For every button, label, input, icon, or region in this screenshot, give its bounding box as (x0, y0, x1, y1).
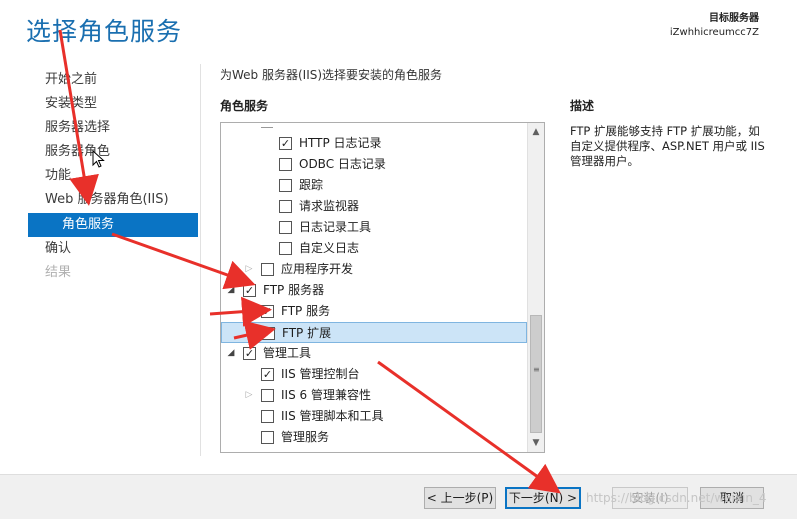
tree-row[interactable]: 日志记录工具 (221, 217, 527, 238)
nav-item-features[interactable]: 功能 (28, 164, 198, 188)
tree-row-label: IIS 管理控制台 (281, 367, 360, 381)
checkbox-unchecked-icon[interactable] (279, 158, 292, 171)
checkbox-checked-icon[interactable]: ✓ (261, 305, 274, 318)
tree-row-label: 跟踪 (299, 178, 324, 192)
tree-row[interactable]: ODBC 日志记录 (221, 154, 527, 175)
tree-row[interactable]: ◢ ✓ 管理工具 (221, 343, 527, 364)
checkbox-unchecked-icon[interactable] (279, 221, 292, 234)
expand-arrow-icon[interactable]: ▷ (243, 259, 255, 280)
tree-row[interactable]: ◢ ✓ FTP 服务器 (221, 280, 527, 301)
nav-item-server-selection[interactable]: 服务器选择 (28, 116, 198, 140)
expand-arrow-icon[interactable]: ▷ (243, 385, 255, 406)
tree-row[interactable]: ▷ IIS 6 管理兼容性 (221, 385, 527, 406)
checkbox-checked-icon[interactable]: ✓ (261, 368, 274, 381)
tree-row-label: 管理工具 (263, 346, 312, 360)
checkbox-unchecked-icon[interactable] (261, 389, 274, 402)
grip-icon: ≡ (533, 365, 540, 374)
tree-row-label: IIS 6 管理兼容性 (281, 388, 371, 402)
tree-row-label: 请求监视器 (299, 199, 360, 213)
checkbox-unchecked-icon[interactable] (279, 179, 292, 192)
tree-row[interactable]: ✓ IIS 管理控制台 (221, 364, 527, 385)
tree-row-label: 日志记录工具 (299, 220, 372, 234)
intro-text: 为Web 服务器(IIS)选择要安装的角色服务 (220, 68, 443, 82)
checkbox-unchecked-icon[interactable] (279, 200, 292, 213)
scroll-down-icon[interactable]: ▼ (529, 435, 543, 451)
tree-row[interactable]: ▷ 应用程序开发 (221, 259, 527, 280)
roles-heading: 角色服务 (220, 99, 269, 113)
tree-row-label: 管理服务 (281, 430, 330, 444)
tree-row-label: FTP 服务器 (263, 283, 325, 297)
tree-row[interactable]: ✓ FTP 服务 (221, 301, 527, 322)
nav-item-results: 结果 (45, 265, 72, 280)
destination-server-name: iZwhhicreumcc7Z (669, 27, 759, 38)
nav-item-confirmation[interactable]: 确认 (28, 237, 198, 261)
previous-button[interactable]: < 上一步(P) (424, 487, 496, 509)
watermark: https://blog.csdn.net/weixin_4 (586, 491, 767, 505)
tree-row-label: FTP 服务 (281, 304, 331, 318)
tree-row[interactable]: 管理服务 (221, 427, 527, 448)
mouse-cursor-icon (92, 150, 105, 168)
description-text: FTP 扩展能够支持 FTP 扩展功能，如自定义提供程序、ASP.NET 用户或… (570, 124, 765, 168)
collapse-arrow-icon[interactable]: ◢ (225, 280, 237, 301)
checkbox-unchecked-icon[interactable] (279, 242, 292, 255)
tree-row[interactable]: 自定义日志 (221, 238, 527, 259)
checkbox-unchecked-icon[interactable] (261, 431, 274, 444)
scroll-up-icon[interactable]: ▲ (529, 124, 543, 140)
checkbox-checked-icon[interactable]: ✓ (243, 347, 256, 360)
tree-row-label: ODBC 日志记录 (299, 157, 386, 171)
wizard-nav: 开始之前 安装类型 服务器选择 服务器角色 功能 Web 服务器角色(IIS) … (28, 68, 198, 285)
nav-item-server-roles[interactable]: 服务器角色 (28, 140, 198, 164)
tree-row[interactable]: ✓ HTTP 日志记录 (221, 133, 527, 154)
collapse-arrow-icon[interactable]: ◢ (225, 343, 237, 364)
description-heading: 描述 (570, 99, 595, 113)
nav-divider (200, 64, 201, 456)
checkbox-unchecked-icon[interactable] (261, 263, 274, 276)
scrollbar-thumb[interactable]: ≡ (530, 315, 542, 433)
tree-row[interactable]: ✓ FTP 扩展 (221, 322, 527, 343)
tree-row-label: 应用程序开发 (281, 262, 354, 276)
checkbox-checked-icon[interactable]: ✓ (243, 284, 256, 297)
tree-row-label: HTTP 日志记录 (299, 136, 382, 150)
checkbox-checked-icon[interactable]: ✓ (279, 137, 292, 150)
nav-item-role-services[interactable]: 角色服务 (28, 213, 198, 237)
tree-row[interactable]: IIS 管理脚本和工具 (221, 406, 527, 427)
nav-item-installation-type[interactable]: 安装类型 (28, 92, 198, 116)
tree-row-label: IIS 管理脚本和工具 (281, 409, 384, 423)
nav-item-before-you-begin[interactable]: 开始之前 (28, 68, 198, 92)
destination-server-label: 目标服务器 (709, 13, 759, 24)
checkbox-unchecked-icon[interactable] (261, 410, 274, 423)
tree-scrollbar[interactable]: ▲ ≡ ▼ (527, 123, 544, 452)
checkbox-checked-icon[interactable]: ✓ (262, 327, 275, 340)
role-services-tree[interactable]: ✓ HTTP 日志记录 ODBC 日志记录 跟踪请求监视器日志记录工具 自定义日志 ▷ 应用… (220, 122, 545, 453)
tree-row[interactable]: 请求监视器 (221, 196, 527, 217)
nav-item-web-server-role[interactable]: Web 服务器角色(IIS) (28, 188, 198, 212)
next-button[interactable]: 下一步(N) > (505, 487, 581, 509)
tree-row[interactable]: 跟踪 (221, 175, 527, 196)
destination-server: 目标服务器 iZwhhicreumcc7Z (670, 12, 759, 40)
tree-row-label: 自定义日志 (299, 241, 360, 255)
tree-row-label: FTP 扩展 (282, 326, 332, 340)
page-title: 选择角色服务 (26, 17, 183, 46)
